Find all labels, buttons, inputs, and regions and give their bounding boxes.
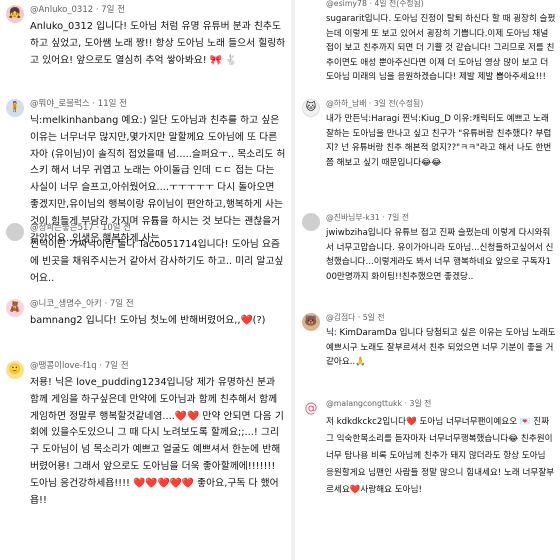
girl-avatar-icon[interactable]: 👧	[6, 5, 24, 23]
comment-item: @ @malangcongttukk · 3일 전 저 kdkdkckc2입니다…	[296, 398, 560, 499]
comment-author[interactable]: @뭐야_로블럭스	[30, 99, 90, 109]
comment-meta: @김점다 · 5일 전	[326, 313, 385, 322]
comment-text: 저 kdkdkckc2입니다❤️ 도아님 너무너무팬이예요오 💌 진짜 그 익숙…	[326, 417, 555, 495]
comment-item: 🐱 @하하_남배 · 3일 전(수정됨) 내가 만든닉:Haragi 찐닉:Ki…	[296, 98, 560, 170]
comment-item: 🧸 @니코_생명수_아키 · 7일 전 bamnang2 입니다! 도아님 첫노…	[0, 298, 290, 330]
comment-item: 🙂 @땡콩이love-f1q · 7일 전 저용! 닉은 love_puddin…	[0, 360, 290, 509]
comment-text: bamnang2 입니다! 도아님 첫노에 반해버렸어요,,❤️(?)	[30, 315, 266, 326]
comment-meta: @Anluko_0312 · 7일 전	[30, 5, 126, 15]
comment-author[interactable]: @하하_남배	[326, 99, 366, 108]
comment-meta: @땡콩이love-f1q · 7일 전	[30, 361, 129, 371]
comment-text: Anluko_0312 입니다! 도아님 처럼 유명 유튜버 분과 친추도 하고…	[30, 21, 286, 66]
comment-time: 7일 전	[109, 299, 134, 309]
comment-item: 🐻 @김점다 · 5일 전 닉: KimDaramDa 입니다 당첨되고 싶은 …	[296, 312, 560, 370]
column-divider	[291, 0, 295, 560]
comment-time: 5일 전	[362, 313, 385, 322]
gray-avatar-icon[interactable]	[6, 223, 24, 241]
right-comment-column: @esimy78 · 4일 전(수정됨) sugararit입니다. 도아님 진…	[296, 0, 560, 560]
comment-time: 3일 전(수정됨)	[373, 99, 424, 108]
comment-meta: @malangcongttukk · 3일 전	[326, 399, 432, 408]
gray-avatar-icon[interactable]	[302, 213, 320, 231]
comment-meta: @esimy78 · 4일 전(수정됨)	[326, 0, 424, 8]
left-comment-column: 👧 @Anluko_0312 · 7일 전 Anluko_0312 입니다! 도…	[0, 0, 290, 560]
comment-text: jwiwbziha입니다 유튜브 접고 진짜 슬펐는데 이렇게 다시와줘서 너무…	[326, 228, 554, 282]
white-cat-avatar-icon[interactable]: 🐱	[302, 99, 320, 117]
comment-author[interactable]: @진바님부-k31	[326, 213, 380, 222]
comment-meta: @진바님부-k31 · 7일 전	[326, 213, 409, 222]
comment-meta: @뭐야_로블럭스 · 11일 전	[30, 99, 127, 109]
shinchan-avatar-icon[interactable]: 🙂	[6, 361, 24, 379]
pink-spiral-avatar-icon[interactable]: @	[302, 399, 320, 417]
comment-item: 👧 @Anluko_0312 · 7일 전 Anluko_0312 입니다! 도…	[0, 4, 290, 69]
pink-character-avatar-icon[interactable]: 🧸	[6, 299, 24, 317]
comment-time: 11일 전	[97, 99, 127, 109]
comment-author[interactable]: @김점다	[326, 313, 355, 322]
comment-time: 7일 전	[387, 213, 409, 222]
comment-time: 7일 전	[104, 361, 129, 371]
comment-text: 찐닉이란 가짜닉이란 둘다 Taco051714입니다! 도아님 요즘에 빈곳을…	[30, 239, 284, 284]
comment-author[interactable]: @Anluko_0312	[30, 5, 93, 15]
comment-text: 내가 만든닉:Haragi 찐닉:Kiug_D 이유:캐릭터도 예쁘고 노래 잘…	[326, 114, 552, 168]
comment-time: 3일 전	[409, 399, 432, 408]
comment-meta: @하하_남배 · 3일 전(수정됨)	[326, 99, 424, 108]
comment-item: @esimy78 · 4일 전(수정됨) sugararit입니다. 도아님 진…	[296, 0, 560, 86]
comment-author[interactable]: @니코_생명수_아키	[30, 299, 102, 309]
comment-meta: @정희는좋은517 · 10일 전	[30, 223, 132, 233]
comment-item: @진바님부-k31 · 7일 전 jwiwbziha입니다 유튜브 접고 진짜 …	[296, 212, 560, 284]
comment-item: @정희는좋은517 · 10일 전 찐닉이란 가짜닉이란 둘다 Taco0517…	[0, 222, 290, 287]
bear-avatar-icon[interactable]: 🐻	[302, 313, 320, 331]
comment-time: 7일 전	[101, 5, 126, 15]
blank-avatar	[302, 0, 320, 17]
character-avatar-icon[interactable]: 🧍	[6, 99, 24, 117]
comment-author[interactable]: @땡콩이love-f1q	[30, 361, 97, 371]
comment-text: sugararit입니다. 도아님 진정이 탈퇴 하신다 할 때 굉장히 슬펐는…	[326, 14, 556, 83]
comment-author[interactable]: @esimy78	[326, 0, 367, 8]
comment-meta: @니코_생명수_아키 · 7일 전	[30, 299, 134, 309]
comment-author[interactable]: @정희는좋은517	[30, 223, 94, 233]
comment-text: 저용! 닉은 love_pudding1234입니당 제가 유명하신 분과 함께…	[30, 377, 284, 506]
comment-text: 닉: KimDaramDa 입니다 당첨되고 싶은 이유는 도아님 노래도 예쁘…	[326, 328, 556, 368]
comment-time: 4일 전(수정됨)	[374, 0, 424, 8]
comment-author[interactable]: @malangcongttukk	[326, 399, 402, 408]
comment-time: 10일 전	[101, 223, 132, 233]
